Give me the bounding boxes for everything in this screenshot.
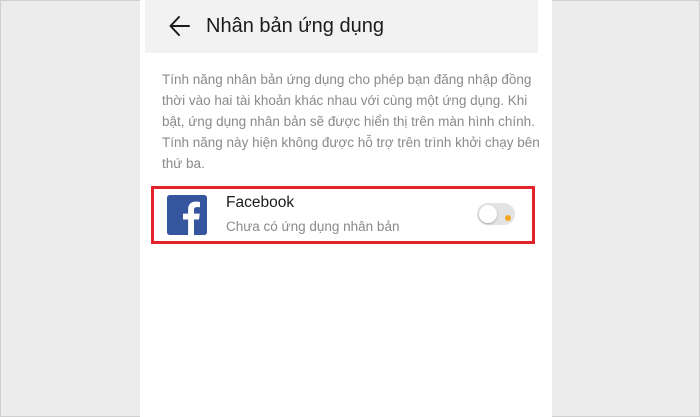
toggle-knob [479,205,497,223]
page-title: Nhân bản ứng dụng [206,15,384,37]
app-header: Nhân bản ứng dụng [145,0,538,53]
app-clone-status: Chưa có ứng dụng nhân bản [226,219,400,234]
feature-description: Tính năng nhân bản ứng dụng cho phép bạn… [162,72,540,171]
app-name: Facebook [226,194,295,211]
clone-toggle-switch[interactable] [477,203,515,225]
arrow-left-icon [169,16,190,36]
facebook-icon [167,195,207,235]
phone-screen: Nhân bản ứng dụng Tính năng nhân bản ứng… [140,0,552,417]
app-item-facebook[interactable]: Facebook Chưa có ứng dụng nhân bản [151,186,535,244]
back-button[interactable] [167,13,193,39]
toggle-indicator-dot [505,215,511,221]
